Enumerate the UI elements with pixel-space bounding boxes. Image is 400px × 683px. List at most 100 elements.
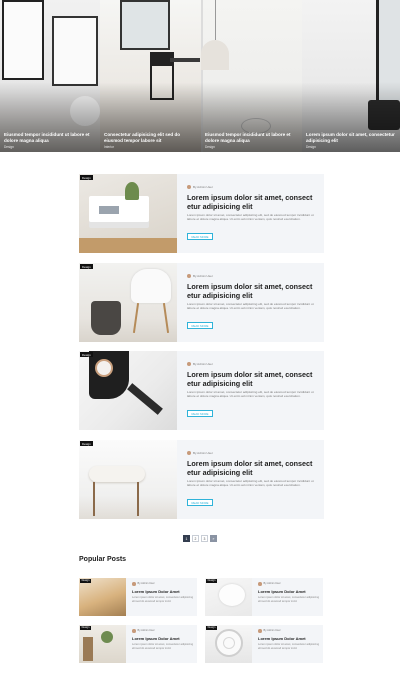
avatar xyxy=(132,582,136,586)
window xyxy=(120,0,170,50)
slide-category: Design xyxy=(4,145,14,149)
post-excerpt: Lorem ipsum dolor sit amet, consectetur … xyxy=(132,643,194,650)
pagination: 1 2 3 » xyxy=(183,535,217,542)
slide-title[interactable]: Eiusmod tempor incididunt ut labore et d… xyxy=(205,132,298,144)
post-author[interactable]: By Admin User xyxy=(258,582,281,586)
post-excerpt: Lorem ipsum dolor sit amet, consectetur … xyxy=(258,596,320,603)
floor xyxy=(79,238,177,253)
next-page-button[interactable]: » xyxy=(210,535,217,542)
slide-category: Design xyxy=(306,145,316,149)
post-image[interactable] xyxy=(79,351,177,430)
category-badge[interactable]: Design xyxy=(80,175,93,180)
post-card: Design By Admin User Lorem ipsum dolor s… xyxy=(79,263,324,342)
popular-post-card: Design By Admin User Lorem Ipsum Dolor A… xyxy=(205,578,323,616)
stool-seat xyxy=(89,466,145,482)
read-more-button[interactable]: READ MORE xyxy=(187,322,213,329)
post-author[interactable]: By Admin User xyxy=(187,185,213,189)
page-2-button[interactable]: 2 xyxy=(192,535,199,542)
author-name: By Admin User xyxy=(263,582,281,586)
clock xyxy=(95,359,113,377)
post-image[interactable] xyxy=(79,578,126,616)
lamp-ring xyxy=(223,637,235,649)
post-title[interactable]: Lorem ipsum dolor sit amet, consect etur… xyxy=(187,459,315,478)
author-name: By Admin User xyxy=(193,451,213,455)
leg xyxy=(127,383,163,415)
read-more-button[interactable]: READ MORE xyxy=(187,233,213,240)
category-badge[interactable]: Design xyxy=(80,264,93,269)
slide-category: Design xyxy=(205,145,215,149)
post-image[interactable] xyxy=(205,578,252,616)
category-badge[interactable]: Design xyxy=(80,441,93,446)
author-name: By Admin User xyxy=(137,582,155,586)
post-title[interactable]: Lorem ipsum dolor sit amet, consect etur… xyxy=(187,282,315,301)
post-author[interactable]: By Admin User xyxy=(187,274,213,278)
popular-post-card: Design By Admin User Lorem Ipsum Dolor A… xyxy=(79,578,197,616)
featured-slide[interactable]: Consectetur adipisicing elit sed do eius… xyxy=(100,0,201,152)
slide-title[interactable]: Eiusmod tempor incididunt ut labore et d… xyxy=(4,132,96,144)
avatar xyxy=(258,582,262,586)
coffee-table xyxy=(89,196,149,222)
category-badge[interactable]: Design xyxy=(80,352,93,357)
post-card: Design By Admin User Lorem ipsum dolor s… xyxy=(79,440,324,519)
author-name: By Admin User xyxy=(193,362,213,366)
post-excerpt: Lorem ipsum dolor sit amet, consectetur … xyxy=(187,302,314,311)
popular-post-card: Design By Admin User Lorem Ipsum Dolor A… xyxy=(205,625,323,663)
chair-leg xyxy=(162,303,170,333)
read-more-button[interactable]: READ MORE xyxy=(187,410,213,417)
post-title[interactable]: Lorem Ipsum Dolor Amet xyxy=(258,636,306,641)
post-author[interactable]: By Admin User xyxy=(187,362,213,366)
post-title[interactable]: Lorem ipsum dolor sit amet, consect etur… xyxy=(187,193,315,212)
featured-slide[interactable]: Lorem ipsum dolor sit amet, consectetur … xyxy=(302,0,400,152)
post-author[interactable]: By Admin User xyxy=(132,582,155,586)
avatar xyxy=(187,274,191,278)
slide-title[interactable]: Lorem ipsum dolor sit amet, consectetur … xyxy=(306,132,396,144)
post-title[interactable]: Lorem Ipsum Dolor Amet xyxy=(132,636,180,641)
stool-leg xyxy=(93,482,95,516)
post-card: Design By Admin User Lorem ipsum dolor s… xyxy=(79,351,324,430)
avatar xyxy=(187,185,191,189)
category-badge[interactable]: Design xyxy=(80,579,91,583)
category-badge[interactable]: Design xyxy=(206,626,217,630)
page-3-button[interactable]: 3 xyxy=(201,535,208,542)
author-name: By Admin User xyxy=(263,629,281,633)
chair xyxy=(219,584,245,606)
post-card: Design By Admin User Lorem ipsum dolor s… xyxy=(79,174,324,253)
author-name: By Admin User xyxy=(193,185,213,189)
shelf xyxy=(83,637,93,661)
stool-leg xyxy=(137,482,139,516)
table xyxy=(170,58,200,62)
basket xyxy=(91,301,121,335)
post-excerpt: Lorem ipsum dolor sit amet, consectetur … xyxy=(132,596,194,603)
post-excerpt: Lorem ipsum dolor sit amet, consectetur … xyxy=(187,390,314,399)
avatar xyxy=(258,629,262,633)
featured-slider: Eiusmod tempor incididunt ut labore et d… xyxy=(0,0,400,152)
post-author[interactable]: By Admin User xyxy=(132,629,155,633)
post-author[interactable]: By Admin User xyxy=(258,629,281,633)
category-badge[interactable]: Design xyxy=(80,626,91,630)
book xyxy=(99,206,119,214)
slide-category: Interior xyxy=(104,145,114,149)
post-excerpt: Lorem ipsum dolor sit amet, consectetur … xyxy=(187,479,314,488)
post-image[interactable] xyxy=(79,440,177,519)
read-more-button[interactable]: READ MORE xyxy=(187,499,213,506)
lamp-cord xyxy=(215,0,216,40)
wall-poster xyxy=(52,16,98,86)
post-title[interactable]: Lorem Ipsum Dolor Amet xyxy=(258,589,306,594)
post-image[interactable] xyxy=(79,263,177,342)
wall-poster xyxy=(2,0,44,80)
category-badge[interactable]: Design xyxy=(206,579,217,583)
post-image[interactable] xyxy=(205,625,252,663)
post-image[interactable] xyxy=(79,625,126,663)
page-1-button[interactable]: 1 xyxy=(183,535,190,542)
pendant-lamp xyxy=(201,40,229,70)
avatar xyxy=(187,362,191,366)
featured-slide[interactable]: Eiusmod tempor incididunt ut labore et d… xyxy=(0,0,100,152)
post-author[interactable]: By Admin User xyxy=(187,451,213,455)
plant xyxy=(125,182,139,200)
post-title[interactable]: Lorem ipsum dolor sit amet, consect etur… xyxy=(187,370,315,389)
post-image[interactable] xyxy=(79,174,177,253)
post-title[interactable]: Lorem Ipsum Dolor Amet xyxy=(132,589,180,594)
featured-slide[interactable]: Eiusmod tempor incididunt ut labore et d… xyxy=(201,0,302,152)
plant xyxy=(101,631,113,643)
slide-title[interactable]: Consectetur adipisicing elit sed do eius… xyxy=(104,132,197,144)
